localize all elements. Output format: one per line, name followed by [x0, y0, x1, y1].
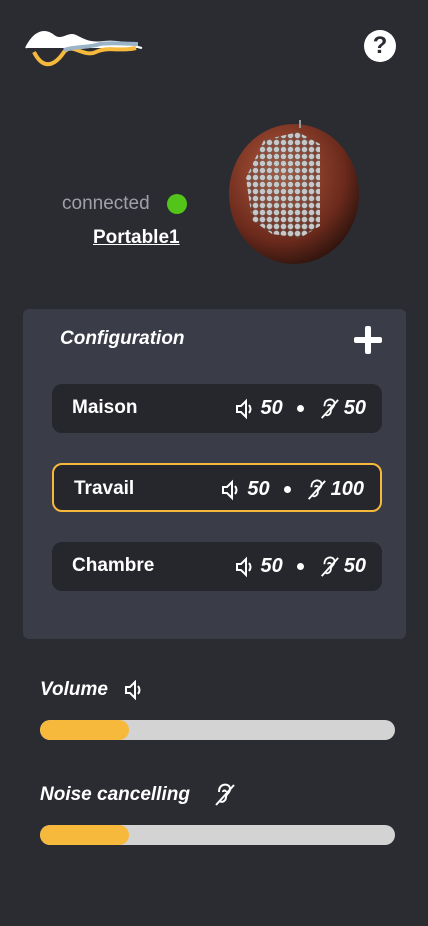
separator-dot: [283, 486, 291, 493]
help-button[interactable]: ?: [364, 30, 396, 62]
profile-values: 50 50: [235, 397, 366, 420]
connection-status: connected: [62, 193, 150, 214]
speaker-icon: [222, 479, 238, 500]
hearing-icon: [215, 783, 235, 806]
separator-dot: [296, 563, 304, 570]
wave-logo-icon: [25, 31, 143, 66]
hearing-icon: [307, 479, 326, 500]
separator-dot: [296, 405, 304, 412]
earbud-image: [229, 120, 359, 264]
noise-cancelling-label: Noise cancelling: [40, 784, 190, 805]
profile-values: 50 50: [235, 555, 366, 578]
profile-name: Chambre: [72, 555, 155, 576]
profile-noise-value: 100: [330, 478, 364, 500]
add-profile-button[interactable]: [354, 326, 382, 354]
configuration-title: Configuration: [60, 328, 185, 349]
hearing-icon: [320, 556, 339, 577]
device-name-link[interactable]: Portable1: [93, 227, 180, 249]
speaker-icon: [125, 680, 141, 700]
profile-noise-value: 50: [343, 555, 366, 577]
noise-cancelling-slider[interactable]: [40, 825, 395, 845]
volume-slider[interactable]: [40, 720, 395, 740]
hearing-icon: [320, 398, 339, 419]
profile-item[interactable]: Maison 50 50: [52, 384, 382, 433]
speaker-icon: [235, 398, 251, 419]
noise-cancelling-slider-fill: [40, 825, 129, 845]
profile-noise-value: 50: [343, 397, 366, 419]
profile-values: 50 100: [221, 478, 364, 501]
profile-item[interactable]: Travail 50 100: [52, 463, 382, 512]
profile-volume-value: 50: [260, 555, 283, 577]
profile-name: Maison: [72, 397, 138, 418]
profile-item[interactable]: Chambre 50 50: [52, 542, 382, 591]
volume-slider-fill: [40, 720, 129, 740]
profile-volume-value: 50: [247, 478, 270, 500]
profile-volume-value: 50: [260, 397, 283, 419]
volume-label: Volume: [40, 679, 108, 700]
connection-status-dot: [167, 194, 187, 214]
speaker-icon: [235, 556, 251, 577]
profile-name: Travail: [74, 478, 135, 499]
